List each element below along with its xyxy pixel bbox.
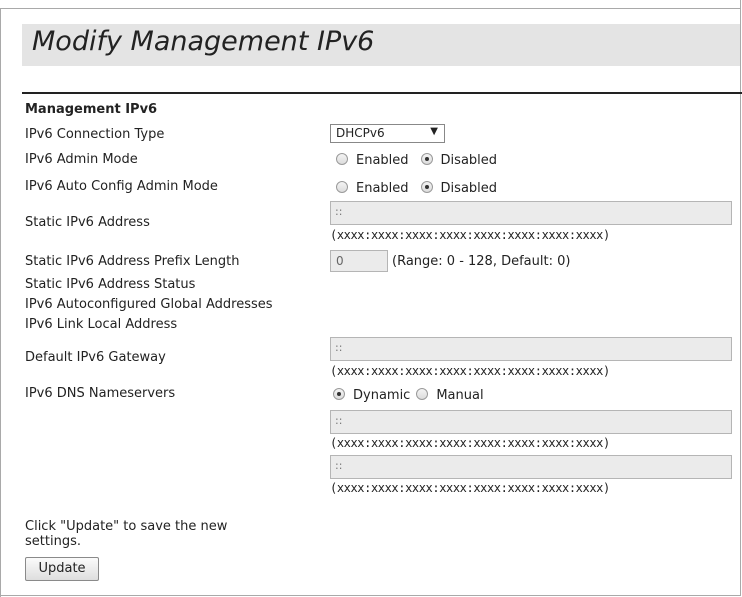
admin-mode-label: IPv6 Admin Mode <box>25 152 138 167</box>
prefix-length-label: Static IPv6 Address Prefix Length <box>25 254 240 269</box>
autoconf-global-label: IPv6 Autoconfigured Global Addresses <box>25 297 273 312</box>
title-divider <box>22 92 742 94</box>
dns-dynamic-label: Dynamic <box>353 388 411 403</box>
gateway-label: Default IPv6 Gateway <box>25 350 166 365</box>
title-bar: Modify Management IPv6 <box>22 24 740 66</box>
static-address-value: :: <box>335 205 343 218</box>
gateway-hint: (xxxx:xxxx:xxxx:xxxx:xxxx:xxxx:xxxx:xxxx… <box>330 364 610 378</box>
link-local-label: IPv6 Link Local Address <box>25 317 178 332</box>
prefix-length-range: (Range: 0 - 128, Default: 0) <box>392 254 571 269</box>
prefix-length-input[interactable]: 0 <box>330 250 388 272</box>
admin-mode-enabled-radio[interactable] <box>336 153 348 165</box>
dns-dynamic-radio[interactable] <box>333 388 345 400</box>
gateway-value: :: <box>335 341 343 354</box>
dns-server1-value: :: <box>335 414 343 427</box>
connection-type-select[interactable]: DHCPv6 ▼ <box>330 124 445 143</box>
admin-mode-radios: Enabled Disabled <box>336 153 509 168</box>
page-title: Modify Management IPv6 <box>32 26 375 57</box>
dns-manual-radio[interactable] <box>416 388 429 400</box>
admin-mode-disabled-radio[interactable] <box>420 153 433 165</box>
connection-type-value: DHCPv6 <box>336 126 385 140</box>
dns-server1-input[interactable]: :: <box>330 410 732 434</box>
auto-config-label: IPv6 Auto Config Admin Mode <box>25 179 218 194</box>
connection-type-label: IPv6 Connection Type <box>25 127 165 142</box>
dns-mode-radios: Dynamic Manual <box>333 388 496 403</box>
dns-server2-input[interactable]: :: <box>330 455 732 479</box>
address-status-label: Static IPv6 Address Status <box>25 277 196 292</box>
admin-mode-disabled-label: Disabled <box>440 153 498 168</box>
update-instruction: Click "Update" to save the new settings. <box>25 519 228 549</box>
section-heading: Management IPv6 <box>25 102 158 117</box>
static-address-input[interactable]: :: <box>330 201 732 225</box>
auto-config-enabled-label: Enabled <box>356 181 409 196</box>
frame-left-border <box>0 8 1 597</box>
update-button[interactable]: Update <box>25 557 99 581</box>
static-address-label: Static IPv6 Address <box>25 215 150 230</box>
auto-config-disabled-label: Disabled <box>440 181 498 196</box>
auto-config-disabled-radio[interactable] <box>420 181 433 193</box>
dns-server1-hint: (xxxx:xxxx:xxxx:xxxx:xxxx:xxxx:xxxx:xxxx… <box>330 436 610 450</box>
static-address-hint: (xxxx:xxxx:xxxx:xxxx:xxxx:xxxx:xxxx:xxxx… <box>330 228 610 242</box>
frame-top-border <box>0 8 741 9</box>
admin-mode-enabled-label: Enabled <box>356 153 409 168</box>
prefix-length-value: 0 <box>336 254 344 268</box>
dns-manual-label: Manual <box>436 388 484 403</box>
auto-config-enabled-radio[interactable] <box>336 181 348 193</box>
auto-config-radios: Enabled Disabled <box>336 181 509 196</box>
dns-server2-value: :: <box>335 459 343 472</box>
gateway-input[interactable]: :: <box>330 337 732 361</box>
dns-label: IPv6 DNS Nameservers <box>25 386 176 401</box>
dropdown-arrow-icon: ▼ <box>430 126 438 137</box>
dns-server2-hint: (xxxx:xxxx:xxxx:xxxx:xxxx:xxxx:xxxx:xxxx… <box>330 481 610 495</box>
